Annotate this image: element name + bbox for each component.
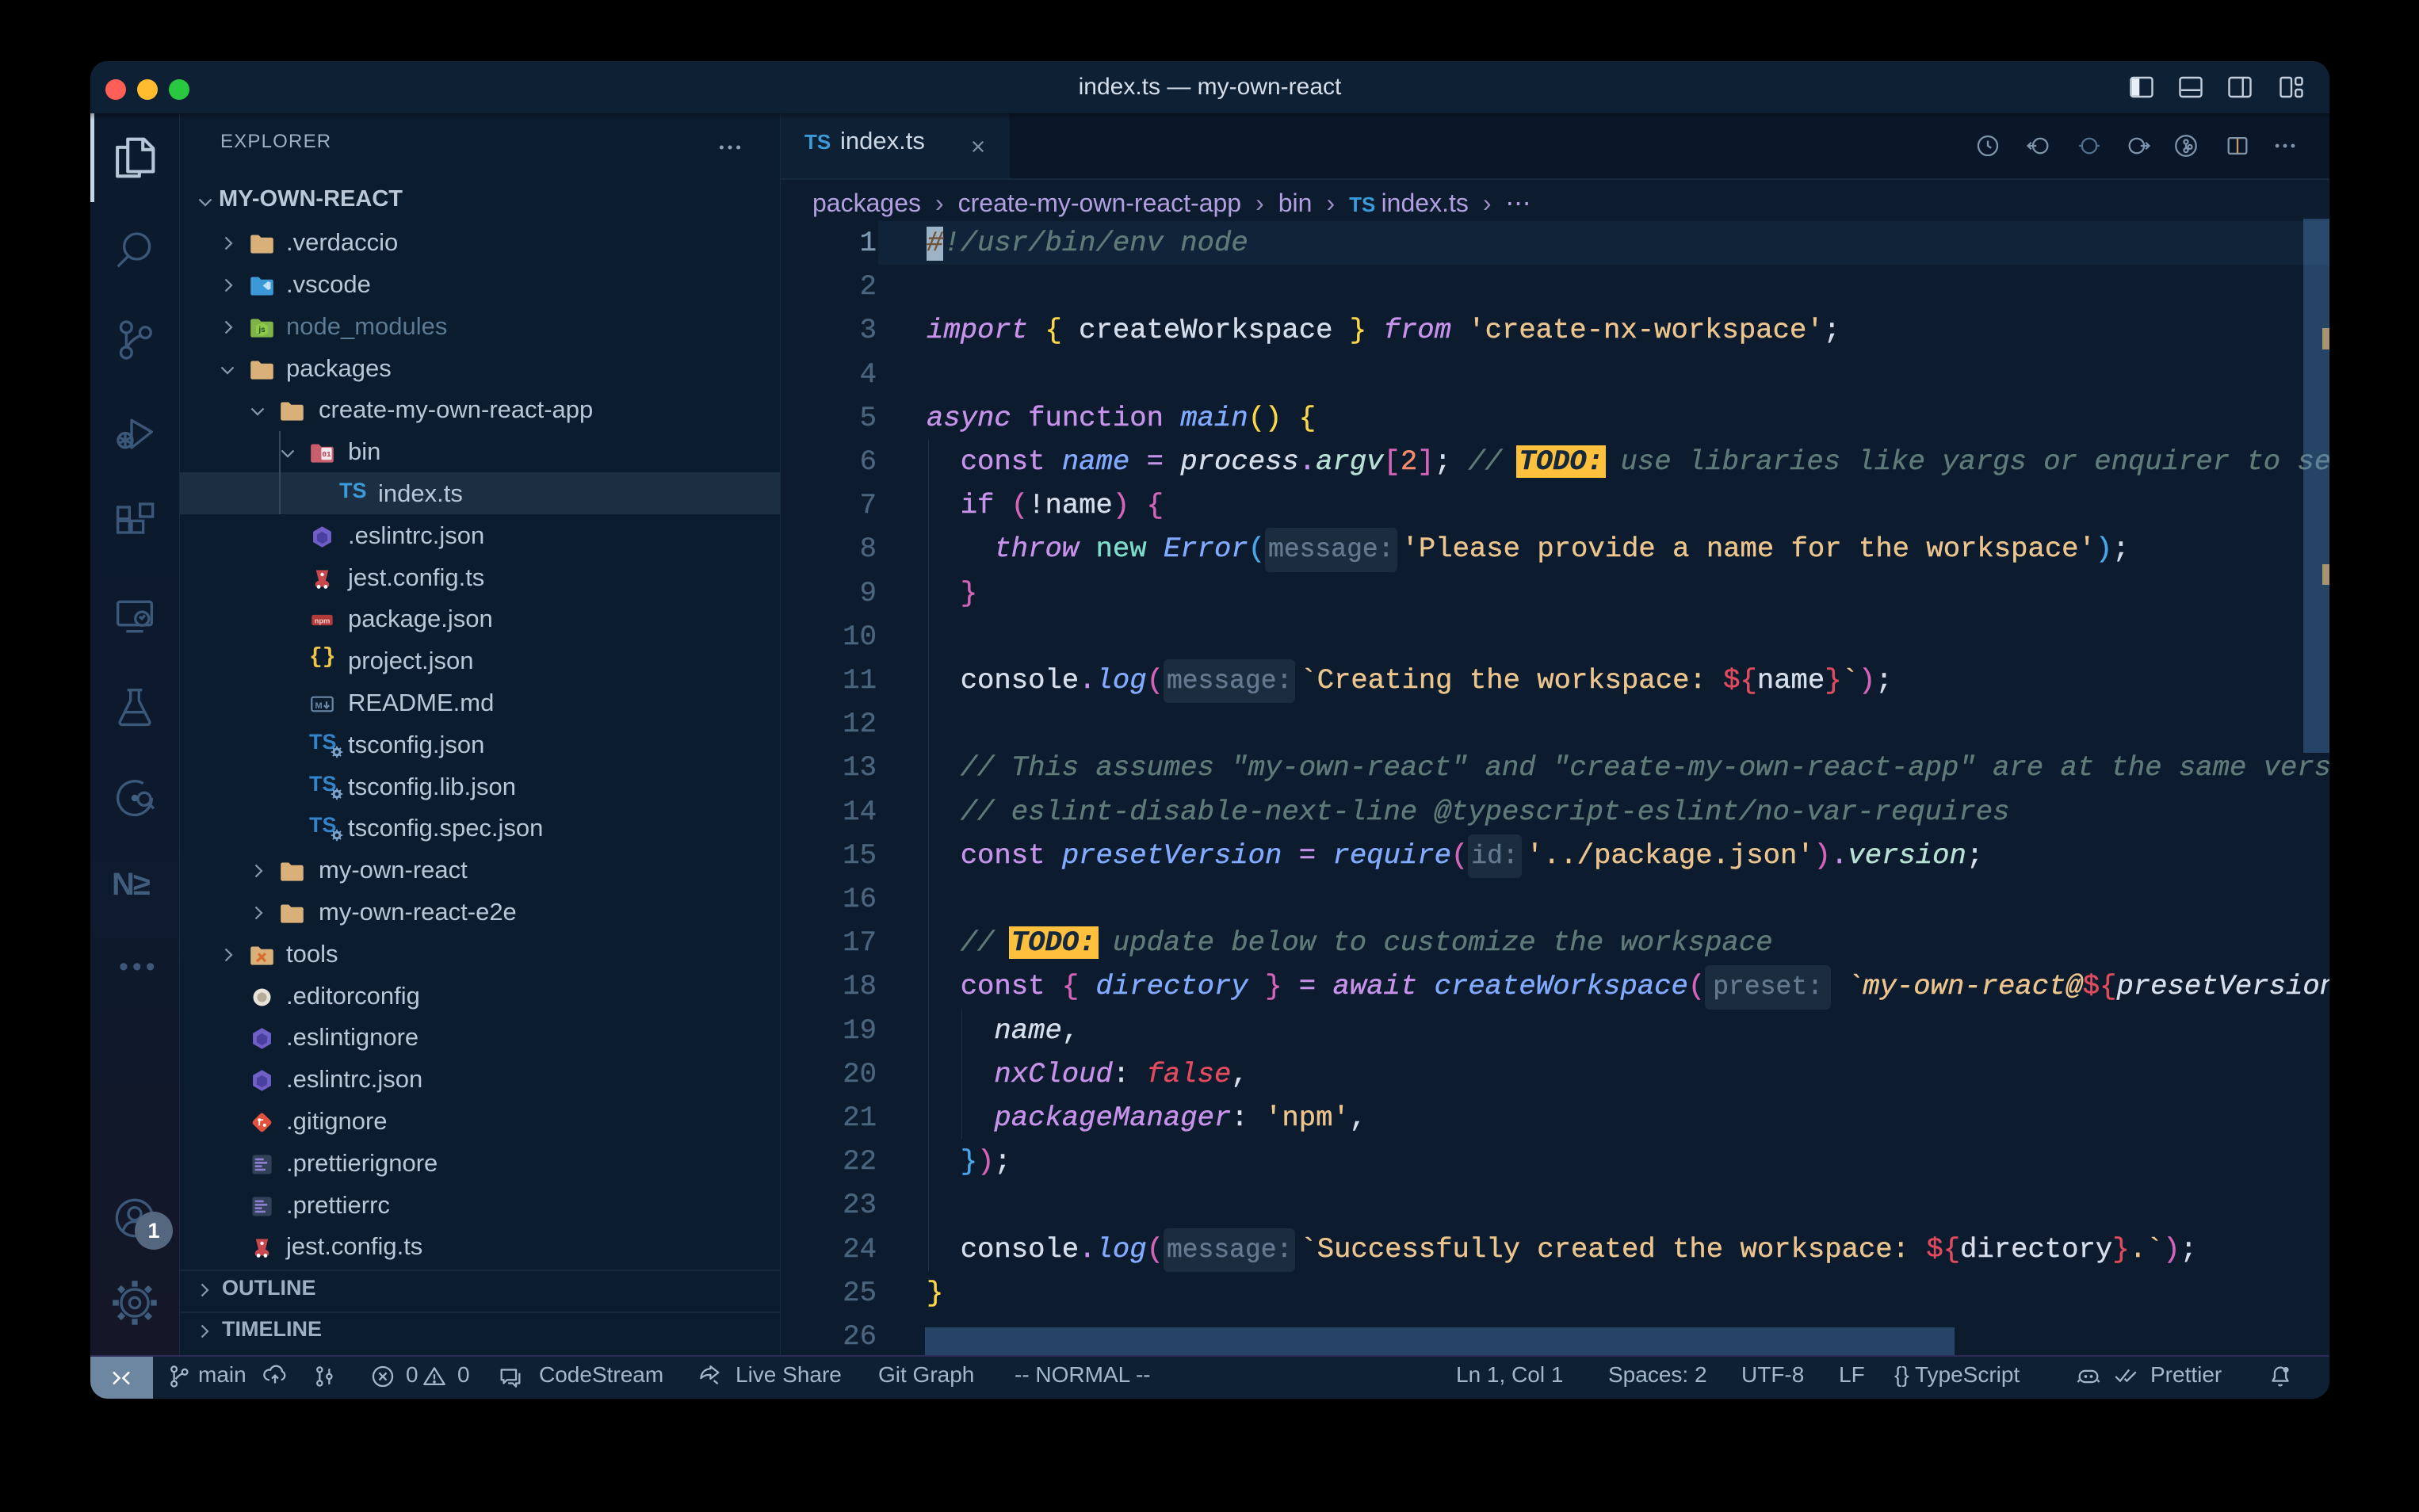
svg-text:npm: npm bbox=[315, 617, 331, 625]
svg-text:M: M bbox=[315, 701, 323, 711]
svg-text:js: js bbox=[258, 326, 266, 334]
svg-text:01: 01 bbox=[322, 450, 331, 459]
